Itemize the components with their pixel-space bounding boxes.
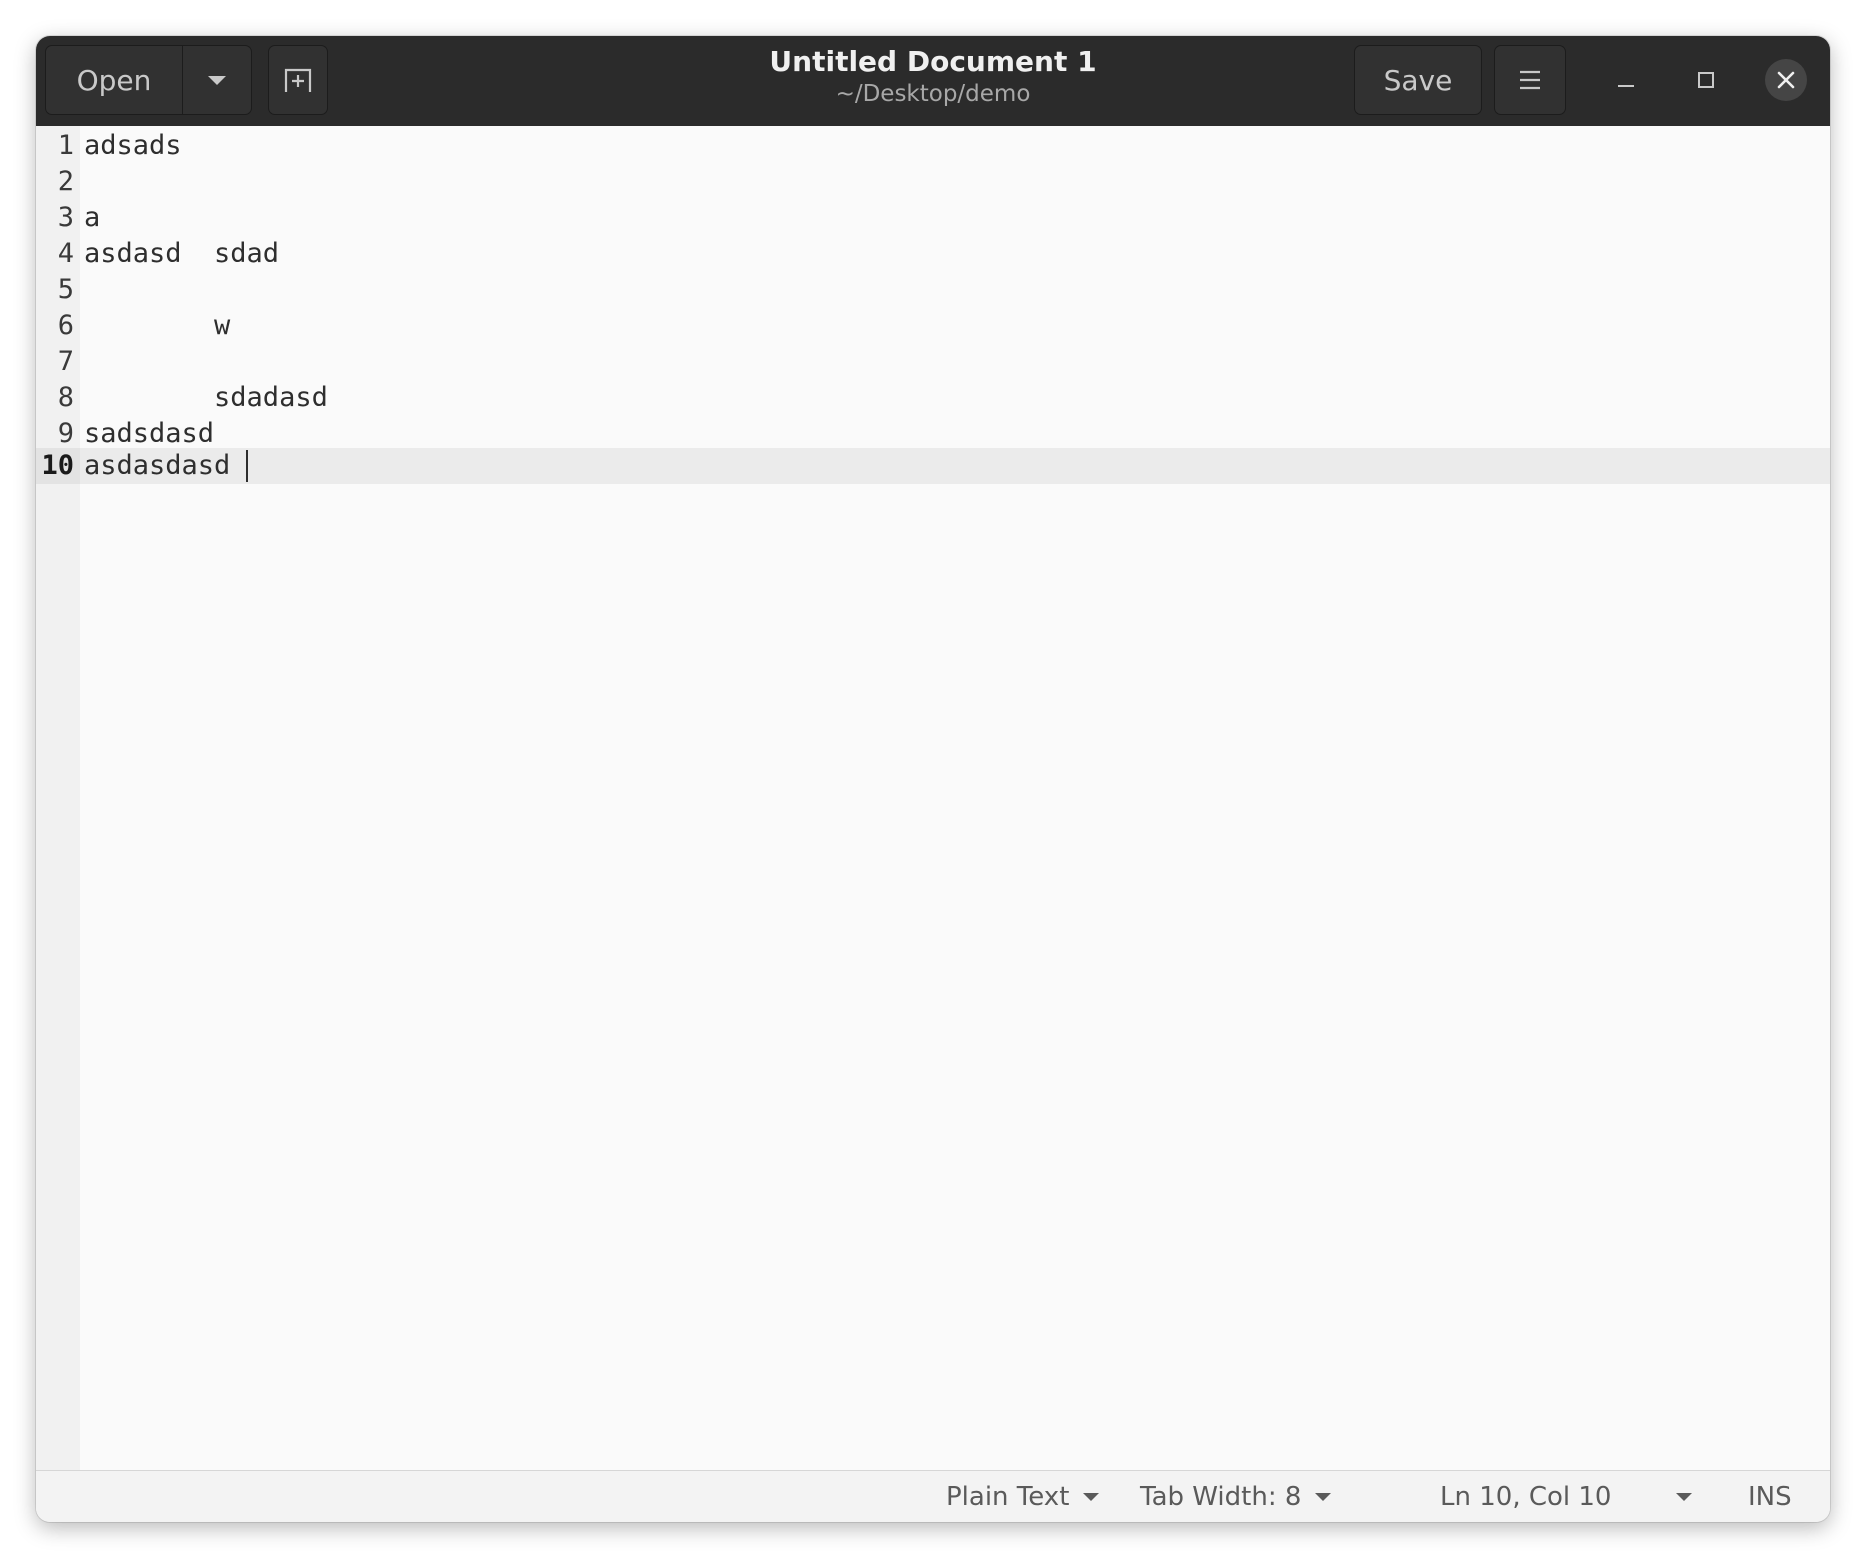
line-number: 6 <box>57 310 74 341</box>
open-menu-button[interactable] <box>183 46 251 114</box>
tab-width-selector[interactable]: Tab Width: 8 <box>1140 1471 1332 1522</box>
open-button[interactable]: Open <box>46 46 183 114</box>
save-button[interactable]: Save <box>1354 45 1482 115</box>
current-line-number: 10 <box>41 450 74 481</box>
minimize-button[interactable] <box>1603 57 1649 103</box>
position-menu-button[interactable] <box>1676 1471 1692 1522</box>
line-number: 3 <box>57 202 74 233</box>
current-text-line: asdasdasd <box>84 450 231 481</box>
line-number: 4 <box>57 238 74 269</box>
status-bar: Plain Text Tab Width: 8 Ln 10, Col 10 IN… <box>36 1470 1830 1522</box>
maximize-button[interactable] <box>1683 57 1729 103</box>
document-path: ~/Desktop/demo <box>835 81 1031 107</box>
maximize-icon <box>1698 72 1714 88</box>
title-block: Untitled Document 1 ~/Desktop/demo <box>536 44 1330 108</box>
language-label: Plain Text <box>946 1482 1070 1512</box>
text-line: asdasd sdad <box>84 238 280 269</box>
hamburger-menu-icon <box>1520 70 1540 90</box>
text-line: sdadasd <box>84 382 328 413</box>
document-title: Untitled Document 1 <box>769 45 1097 78</box>
cursor-position-label: Ln 10, Col 10 <box>1440 1482 1612 1512</box>
close-button-circle <box>1765 59 1807 101</box>
text-line: adsads <box>84 130 182 161</box>
line-number: 5 <box>57 274 74 305</box>
chevron-down-icon <box>1315 1493 1332 1501</box>
chevron-down-icon <box>1676 1493 1692 1501</box>
main-menu-button[interactable] <box>1494 45 1566 115</box>
line-number: 1 <box>57 130 74 161</box>
chevron-down-icon <box>1083 1493 1100 1501</box>
text-line: w <box>84 310 231 341</box>
line-number: 9 <box>57 418 74 449</box>
line-number: 7 <box>57 346 74 377</box>
insert-mode-indicator[interactable]: INS <box>1748 1471 1792 1522</box>
text-cursor <box>246 450 248 482</box>
text-line: sadsdasd <box>84 418 215 449</box>
current-line-highlight <box>36 448 1830 484</box>
header-bar: Open Untitled Document 1 ~/Desktop/demo … <box>36 36 1830 126</box>
line-number: 8 <box>57 382 74 413</box>
chevron-down-icon <box>208 75 226 85</box>
language-selector[interactable]: Plain Text <box>946 1471 1100 1522</box>
open-button-group: Open <box>45 45 252 115</box>
new-tab-button[interactable] <box>268 45 328 115</box>
new-tab-icon <box>284 68 312 92</box>
line-number: 2 <box>57 166 74 197</box>
close-button[interactable] <box>1763 57 1809 103</box>
text-editor-area[interactable]: 1 adsads 2 3 a 4 asdasd sdad 5 6 w 7 8 s… <box>36 126 1830 1470</box>
close-icon <box>1777 71 1795 89</box>
tab-width-label: Tab Width: 8 <box>1140 1482 1302 1512</box>
text-editor-window: Open Untitled Document 1 ~/Desktop/demo … <box>36 36 1830 1522</box>
text-line: a <box>84 202 101 233</box>
minimize-icon <box>1618 85 1634 87</box>
